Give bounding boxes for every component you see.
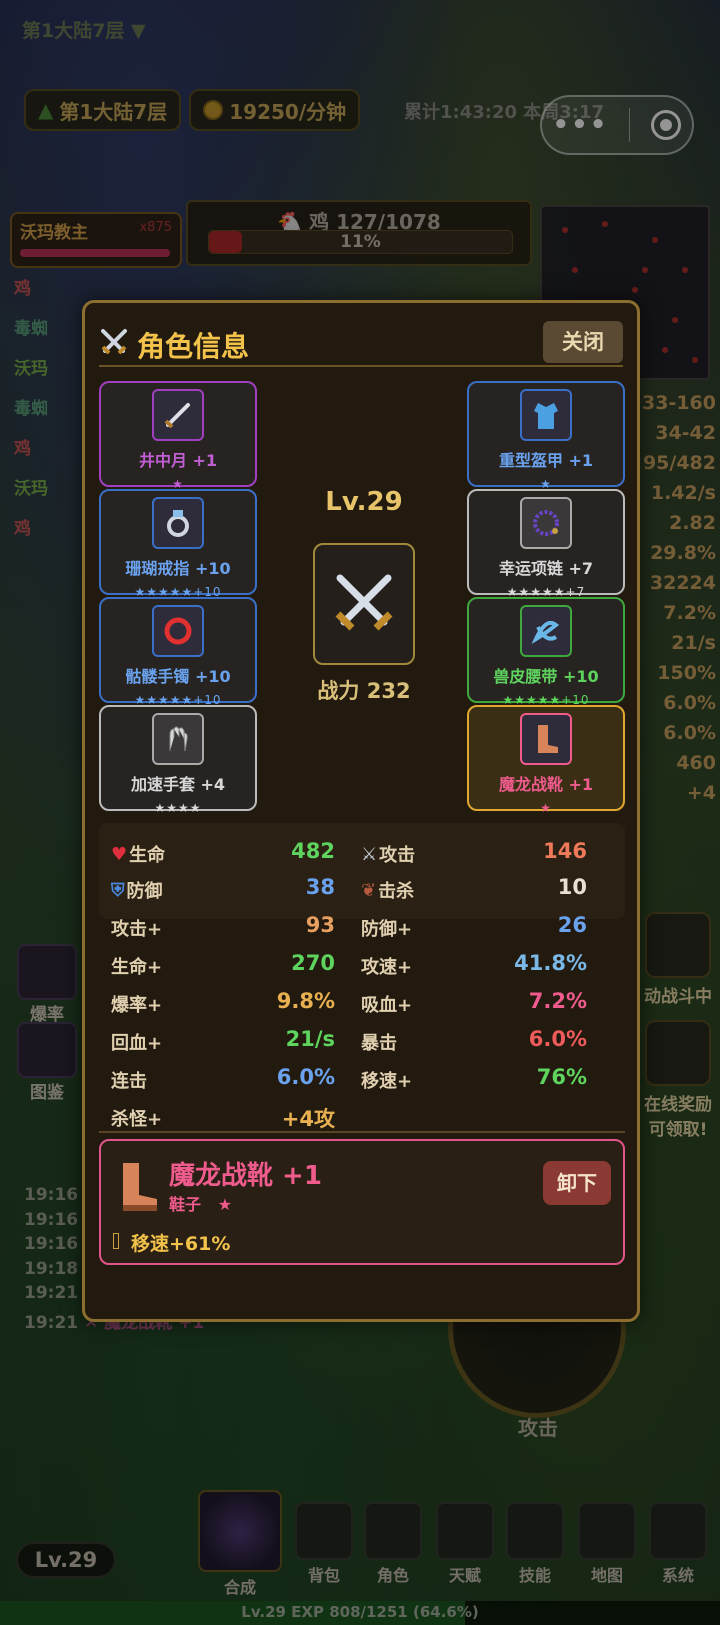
boots-icon [520, 713, 572, 765]
swords-icon: ⚔ [361, 843, 378, 865]
bonus-attack-speed: 攻速+ 41.8% [361, 951, 587, 979]
stat-label: 攻击 [379, 845, 416, 866]
stat-value: 6.0% [276, 1065, 335, 1089]
item-type-row: 鞋子 ★ [169, 1191, 232, 1215]
stat-value: 38 [305, 875, 335, 899]
bonus-crit: 暴击 6.0% [361, 1027, 587, 1055]
slot-name: 兽皮腰带 +10 [493, 667, 599, 686]
equip-slot-weapon[interactable]: 井中月 +1 ★ [99, 381, 257, 491]
equip-slot-ring[interactable]: 珊瑚戒指 +10 ★★★★★+10 [99, 489, 257, 599]
stat-label: 防御 [126, 881, 163, 902]
item-name: 魔龙战靴 +1 [169, 1161, 322, 1191]
slot-name: 幸运项链 +7 [498, 559, 594, 578]
stat-label: 攻击+ [111, 919, 163, 940]
stat-value: 76% [536, 1065, 587, 1089]
character-weapon-portrait [313, 543, 415, 665]
slot-stars: ★ [540, 801, 552, 815]
slot-stars: ★★★★ [154, 801, 202, 815]
stat-value: 93 [305, 913, 335, 937]
character-info-modal: 角色信息 关闭 井中月 +1 ★ 珊瑚戒指 +10 ★★★★★+10 骷髅手镯 … [82, 300, 640, 1322]
modal-title: 角色信息 [99, 325, 249, 365]
bonus-regen: 回血+ 21/s [111, 1027, 335, 1055]
shield-icon: ⛨ [111, 879, 125, 901]
stat-value: 482 [291, 839, 335, 863]
ring-icon [152, 497, 204, 549]
stat-label: 防御+ [361, 919, 413, 940]
stat-value: 7.2% [528, 989, 587, 1013]
attribute-icon [113, 1233, 119, 1249]
boots-icon [111, 1159, 161, 1219]
slot-name: 加速手套 +4 [130, 775, 226, 794]
stat-label: 生命 [129, 845, 166, 866]
belt-icon [520, 605, 572, 657]
equip-slot-boots[interactable]: 魔龙战靴 +1 ★ [467, 705, 625, 815]
combat-power: 战力 232 [317, 679, 411, 703]
stat-value: 26 [557, 913, 587, 937]
bonus-defense: 防御+ 26 [361, 913, 587, 941]
gloves-icon [152, 713, 204, 765]
character-level: Lv.29 [325, 487, 403, 517]
slot-name: 骷髅手镯 +10 [125, 667, 231, 686]
equip-slot-necklace[interactable]: 幸运项链 +7 ★★★★★+7 [467, 489, 625, 599]
necklace-icon [520, 497, 572, 549]
stat-value: 10 [557, 875, 587, 899]
modal-header: 角色信息 关闭 [99, 317, 623, 367]
bonus-lifesteal: 吸血+ 7.2% [361, 989, 587, 1017]
stat-kills: ❦ 击杀 10 [361, 875, 587, 903]
stat-value: 270 [291, 951, 335, 975]
item-type: 鞋子 [169, 1195, 202, 1214]
bonus-combo: 连击 6.0% [111, 1065, 335, 1093]
equip-slot-gloves[interactable]: 加速手套 +4 ★★★★ [99, 705, 257, 815]
item-attribute: 移速+61% [131, 1233, 231, 1255]
stat-value: +4攻 [281, 1107, 335, 1131]
bonus-attack: 攻击+ 93 [111, 913, 335, 941]
armor-icon [520, 389, 572, 441]
stat-attack: ⚔ 攻击 146 [361, 839, 587, 867]
slot-name: 重型盔甲 +1 [498, 451, 594, 470]
divider [99, 1131, 625, 1133]
stat-defense: ⛨ 防御 38 [111, 875, 335, 903]
main-stats-panel: ♥ 生命 482 ⚔ 攻击 146 ⛨ 防御 38 ❦ 击杀 10 [99, 823, 625, 919]
crossed-swords-icon [99, 327, 129, 364]
modal-title-text: 角色信息 [137, 330, 250, 363]
bonus-kill-attack: 杀怪+ +4攻 [111, 1105, 335, 1131]
equip-slot-bracelet[interactable]: 骷髅手镯 +10 ★★★★★+10 [99, 597, 257, 707]
bonus-drop-rate: 爆率+ 9.8% [111, 989, 335, 1017]
stat-value: 146 [543, 839, 587, 863]
slot-name: 井中月 +1 [138, 451, 218, 470]
crossed-swords-icon [328, 566, 400, 642]
slot-name: 魔龙战靴 +1 [498, 775, 594, 794]
unequip-button[interactable]: 卸下 [543, 1161, 611, 1205]
stat-value: 21/s [285, 1027, 335, 1051]
dagger-icon [152, 389, 204, 441]
selected-item-card: 魔龙战靴 +1 鞋子 ★ 移速+61% 卸下 [99, 1139, 625, 1265]
stat-value: 41.8% [514, 951, 587, 975]
bracelet-icon [152, 605, 204, 657]
heart-icon: ♥ [111, 843, 128, 865]
close-button[interactable]: 关闭 [543, 321, 623, 363]
stat-value: 6.0% [528, 1027, 587, 1051]
footprint-icon: ❦ [361, 879, 377, 901]
equip-slot-armor[interactable]: 重型盔甲 +1 ★ [467, 381, 625, 491]
stat-label: 击杀 [378, 881, 415, 902]
bonus-move-speed: 移速+ 76% [361, 1065, 587, 1093]
bonus-hp: 生命+ 270 [111, 951, 335, 979]
slot-name: 珊瑚戒指 +10 [125, 559, 231, 578]
stat-hp: ♥ 生命 482 [111, 839, 335, 867]
equip-slot-belt[interactable]: 兽皮腰带 +10 ★★★★★+10 [467, 597, 625, 707]
item-stars: ★ [217, 1195, 233, 1214]
stat-value: 9.8% [276, 989, 335, 1013]
